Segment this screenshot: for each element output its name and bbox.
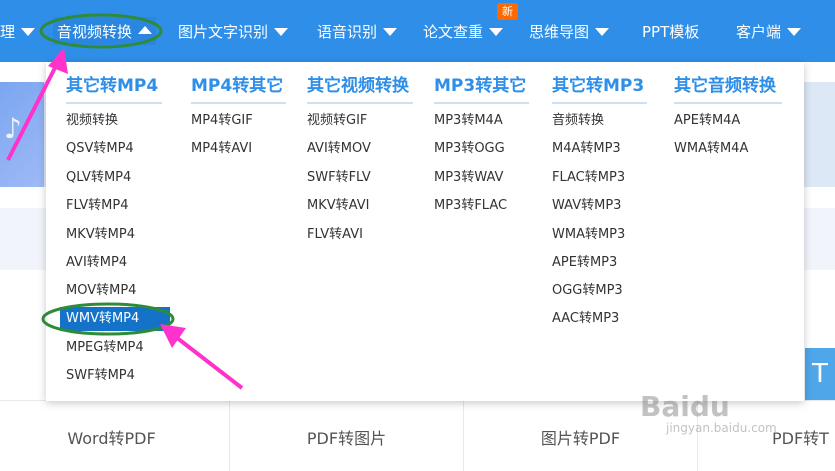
menu-item-ogg-mp3[interactable]: OGG转MP3 xyxy=(552,279,623,303)
chevron-down-icon xyxy=(489,28,504,36)
side-tool-tile[interactable]: T xyxy=(805,348,835,400)
menu-item-qsv-mp4[interactable]: QSV转MP4 xyxy=(66,137,134,161)
menu-item-mp3-ogg[interactable]: MP3转OGG xyxy=(434,137,505,161)
menu-item-avi-mp4[interactable]: AVI转MP4 xyxy=(66,251,127,275)
column-header-mp3-to-other: MP3转其它 xyxy=(434,72,529,104)
column-header-to-mp3: 其它转MP3 xyxy=(552,72,647,104)
nav-item-image-ocr[interactable]: 图片文字识别 xyxy=(178,0,289,62)
tool-label: PDF转T xyxy=(772,428,829,448)
av-convert-dropdown: 其它转MP4 MP4转其它 其它视频转换 MP3转其它 其它转MP3 其它音频转… xyxy=(46,62,804,401)
menu-item-mp3-wav[interactable]: MP3转WAV xyxy=(434,166,503,190)
chevron-down-icon xyxy=(383,28,398,36)
chevron-down-icon xyxy=(274,28,289,36)
nav-item-ppt-template[interactable]: PPT模板 xyxy=(642,0,699,62)
tool-pdf-to-txt[interactable]: PDF转T xyxy=(698,401,835,471)
menu-item-mov-mp4[interactable]: MOV转MP4 xyxy=(66,279,136,303)
menu-item-mp4-avi[interactable]: MP4转AVI xyxy=(191,137,252,161)
menu-item-flv-avi[interactable]: FLV转AVI xyxy=(307,223,363,247)
menu-item-flac-mp3[interactable]: FLAC转MP3 xyxy=(552,166,625,190)
nav-item-mind-map[interactable]: 思维导图 xyxy=(529,0,610,62)
nav-item-client[interactable]: 客户端 xyxy=(736,0,802,62)
music-note-icon: ♪ xyxy=(4,112,22,145)
chevron-down-icon xyxy=(21,28,36,36)
menu-item-ape-mp3[interactable]: APE转MP3 xyxy=(552,251,617,275)
tool-label: PDF转图片 xyxy=(306,428,387,448)
menu-item-ape-m4a[interactable]: APE转M4A xyxy=(674,109,740,133)
column-header-to-mp4: 其它转MP4 xyxy=(66,72,162,104)
nav-item-av-convert[interactable]: 音视频转换 xyxy=(53,17,157,45)
menu-item-mp4-gif[interactable]: MP4转GIF xyxy=(191,109,253,133)
nav-item-label: PPT模板 xyxy=(642,22,700,41)
top-nav-bar: 理 音视频转换 图片文字识别 语音识别 论文查重 新 思维导图 PPT模板 客户… xyxy=(0,0,835,62)
tool-label: Word转PDF xyxy=(67,428,156,448)
nav-item-speech-recognition[interactable]: 语音识别 xyxy=(317,0,398,62)
nav-item-label: 图片文字识别 xyxy=(178,22,269,41)
nav-item-label: 音视频转换 xyxy=(57,22,133,41)
menu-item-swf-flv[interactable]: SWF转FLV xyxy=(307,166,371,190)
column-header-other-audio: 其它音频转换 xyxy=(674,72,782,104)
column-header-other-video: 其它视频转换 xyxy=(307,72,413,104)
tool-image-to-pdf[interactable]: 图片转PDF xyxy=(464,401,698,471)
menu-item-audio-convert[interactable]: 音频转换 xyxy=(552,109,604,133)
nav-item-label: 客户端 xyxy=(736,22,782,41)
chevron-up-icon xyxy=(138,26,153,34)
menu-item-m4a-mp3[interactable]: M4A转MP3 xyxy=(552,137,621,161)
menu-item-wma-m4a[interactable]: WMA转M4A xyxy=(674,137,748,161)
menu-item-mkv-avi[interactable]: MKV转AVI xyxy=(307,194,369,218)
menu-item-wma-mp3[interactable]: WMA转MP3 xyxy=(552,223,625,247)
menu-item-mp3-flac[interactable]: MP3转FLAC xyxy=(434,194,507,218)
nav-item-label: 语音识别 xyxy=(317,22,378,41)
new-badge: 新 xyxy=(497,3,518,20)
tool-label: 图片转PDF xyxy=(540,428,621,448)
tool-pdf-to-image[interactable]: PDF转图片 xyxy=(230,401,464,471)
menu-item-aac-mp3[interactable]: AAC转MP3 xyxy=(552,307,619,331)
tool-row: Word转PDF PDF转图片 图片转PDF PDF转T xyxy=(0,400,835,471)
menu-item-mp3-m4a[interactable]: MP3转M4A xyxy=(434,109,503,133)
menu-item-mkv-mp4[interactable]: MKV转MP4 xyxy=(66,223,135,247)
side-tool-tile-text: T xyxy=(812,359,828,389)
nav-item-label: 思维导图 xyxy=(529,22,590,41)
column-header-mp4-to-other: MP4转其它 xyxy=(191,72,286,104)
menu-item-flv-mp4[interactable]: FLV转MP4 xyxy=(66,194,129,218)
menu-item-video-convert[interactable]: 视频转换 xyxy=(66,109,118,133)
menu-item-swf-mp4[interactable]: SWF转MP4 xyxy=(66,364,135,388)
nav-item-label: 理 xyxy=(0,22,16,41)
menu-item-video-gif[interactable]: 视频转GIF xyxy=(307,109,367,133)
chevron-down-icon xyxy=(787,28,802,36)
menu-item-wmv-mp4[interactable]: WMV转MP4 xyxy=(60,307,170,331)
tool-word-to-pdf[interactable]: Word转PDF xyxy=(0,401,230,471)
menu-item-mpeg-mp4[interactable]: MPEG转MP4 xyxy=(66,336,144,360)
nav-item-label: 论文查重 xyxy=(423,22,484,41)
menu-item-wav-mp3[interactable]: WAV转MP3 xyxy=(552,194,621,218)
nav-item-partial[interactable]: 理 xyxy=(0,0,36,62)
menu-item-avi-mov[interactable]: AVI转MOV xyxy=(307,137,371,161)
menu-item-qlv-mp4[interactable]: QLV转MP4 xyxy=(66,166,131,190)
nav-item-paper-check[interactable]: 论文查重 xyxy=(423,0,504,62)
chevron-down-icon xyxy=(595,28,610,36)
